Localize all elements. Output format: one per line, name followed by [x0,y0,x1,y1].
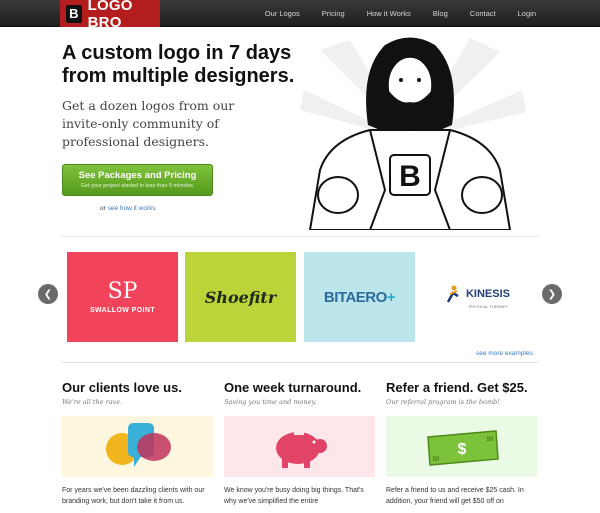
feature-image-clients [62,416,213,477]
kinesis-subtitle: PHYSICAL THERAPY [468,304,509,309]
kinesis-name: KINESIS [465,288,510,300]
feature-text-clients: For years we've been dazzling clients wi… [62,487,205,505]
dollar-bill-icon: $ 50 50 [426,429,499,466]
or-text: or [100,205,106,212]
kinesis-row: KINESIS [445,285,510,303]
bitaero-plus: + [386,288,396,306]
section-divider [62,236,538,237]
feature-tagline-turnaround: Saving you time and money. [224,398,317,406]
logo-tile-kinesis[interactable]: KINESIS PHYSICAL THERAPY [422,252,533,342]
hero-subtitle: Get a dozen logos from our invite-only c… [62,98,235,149]
mascot-icon: B [300,37,526,231]
feature-text-turnaround: We know you're busy doing big things. Th… [224,487,364,505]
feature-title-clients: Our clients love us. [62,380,182,395]
feature-image-turnaround [224,416,375,477]
feature-text-referral: Refer a friend to us and receive $25 cas… [386,487,524,505]
site-logo[interactable]: B LOGO BRO [60,0,160,31]
bill-symbol: $ [457,441,466,458]
see-how-it-works-link[interactable]: see how it works [108,205,156,212]
feature-title-referral: Refer a friend. Get $25. [386,380,528,395]
nav-our-logos[interactable]: Our Logos [265,9,300,18]
hero-title: A custom logo in 7 days from multiple de… [62,42,295,87]
bitaero-name-wrap: BITAERO+ [323,288,396,306]
feature-tagline-clients: We're all the rave. [62,398,123,406]
chevron-right-icon: ❯ [547,288,557,300]
chevron-left-icon: ❮ [43,288,53,300]
cta-sublabel: Get your project started in less than 5 … [80,183,195,189]
nav-contact[interactable]: Contact [470,9,496,18]
how-it-works-line: or see how it works [100,205,156,212]
logo-tile-swallow-point[interactable]: SP SWALLOW POINT [67,252,178,342]
swallow-point-name: SWALLOW POINT [89,306,156,314]
feature-image-referral: $ 50 50 [386,416,537,477]
shoefitr-name: Shoefitr [204,287,277,307]
carousel-next-button[interactable]: ❯ [542,284,562,304]
see-packages-button[interactable]: See Packages and Pricing Get your projec… [62,164,213,196]
section-divider [62,362,538,363]
feature-title-turnaround: One week turnaround. [224,380,362,395]
speech-bubbles-icon [105,422,171,467]
bill-value-bottom: 50 [432,457,439,463]
piggy-bank-icon [275,431,327,468]
see-more-examples-link[interactable]: see more examples [476,350,533,357]
logo-tile-shoefitr[interactable]: Shoefitr [185,252,296,342]
main-nav: Our Logos Pricing How it Works Blog Cont… [265,0,536,27]
logo-text: LOGO BRO [87,0,133,31]
bill-value-top: 50 [486,437,493,443]
top-bar: B LOGO BRO Our Logos Pricing How it Work… [0,0,600,31]
feature-tagline-referral: Our referral program is the bomb! [386,398,500,406]
logo-mark-icon: B [66,4,82,23]
hero-mascot-illustration: B [290,30,530,231]
shirt-logo-text: B [399,160,421,193]
nav-login[interactable]: Login [518,9,536,18]
logo-tile-bitaero[interactable]: BITAERO+ [304,252,415,342]
carousel-prev-button[interactable]: ❮ [38,284,58,304]
nav-blog[interactable]: Blog [433,9,448,18]
cta-label: See Packages and Pricing [78,170,197,181]
nav-pricing[interactable]: Pricing [322,9,345,18]
kinesis-figure-icon [446,285,459,303]
bitaero-name: BITAERO [323,288,387,306]
swallow-point-mark: SP [107,278,138,304]
nav-how-it-works[interactable]: How it Works [367,9,411,18]
